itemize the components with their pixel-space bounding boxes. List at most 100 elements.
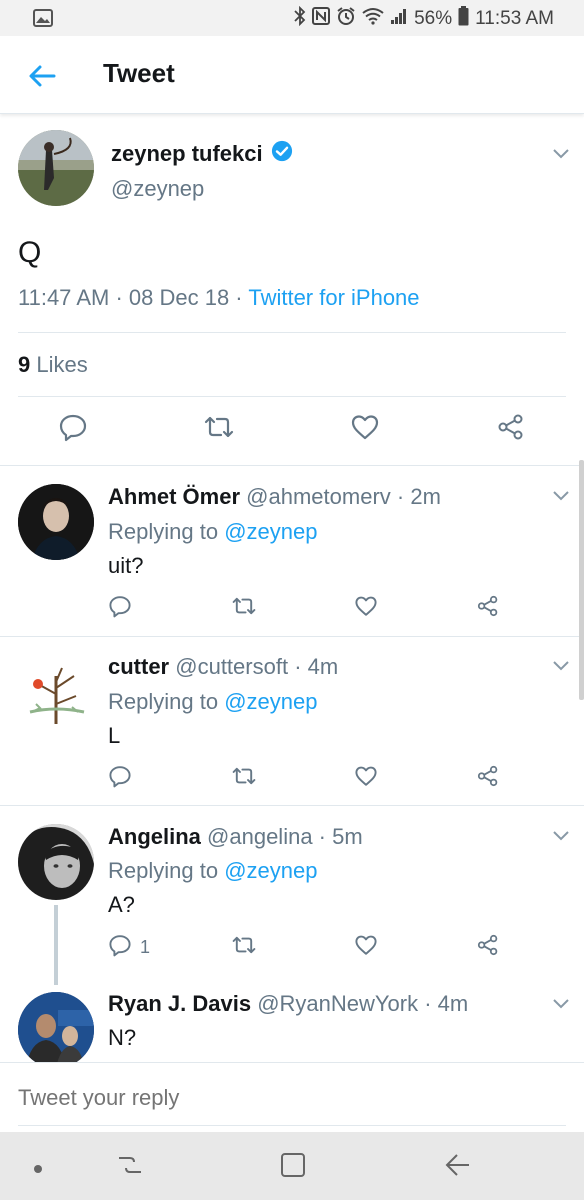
replying-to: Replying to @zeynep (108, 858, 317, 884)
likes-count: 9 (18, 352, 31, 377)
battery-icon (458, 6, 469, 32)
author-name-row[interactable]: zeynep tufekci (111, 140, 293, 168)
author-handle[interactable]: @zeynep (111, 176, 204, 202)
reply-age: · 4m (288, 654, 339, 679)
page-title: Tweet (103, 58, 175, 88)
avatar[interactable] (18, 992, 94, 1068)
reply-actions (0, 764, 584, 804)
reply-age: · 4m (418, 991, 469, 1016)
home-button-icon[interactable] (280, 1152, 306, 1183)
divider (0, 636, 584, 637)
chevron-down-icon[interactable] (552, 489, 570, 501)
app-header: Tweet (0, 36, 584, 114)
share-icon[interactable] (476, 933, 500, 957)
tweet-text: Q (18, 236, 42, 269)
reply-button[interactable]: 1 (108, 933, 150, 962)
reply-author-name[interactable]: cutter (108, 654, 169, 679)
tweet-date: 08 Dec 18 (128, 285, 230, 310)
tweet-source-link[interactable]: Twitter for iPhone (248, 285, 419, 310)
reply-input[interactable] (18, 1085, 558, 1111)
replying-label: Replying to (108, 519, 225, 544)
image-notification-icon (33, 9, 53, 32)
share-icon[interactable] (496, 412, 526, 442)
replying-label: Replying to (108, 689, 225, 714)
system-nav-bar (0, 1132, 584, 1200)
replying-to: Replying to @zeynep (108, 519, 317, 545)
chevron-down-icon[interactable] (552, 997, 570, 1009)
replying-to-link[interactable]: @zeynep (224, 519, 317, 544)
reply-composer (0, 1062, 584, 1132)
back-arrow-icon[interactable] (26, 60, 58, 92)
alarm-icon (336, 6, 356, 32)
reply-author-handle[interactable]: @RyanNewYork (257, 991, 418, 1016)
reply-header: cutter @cuttersoft · 4m (108, 654, 338, 680)
like-heart-icon[interactable] (354, 764, 378, 788)
reply-age: · 2m (390, 484, 441, 509)
input-underline (18, 1125, 566, 1126)
chevron-down-icon[interactable] (552, 829, 570, 841)
bluetooth-icon (294, 5, 306, 32)
share-icon[interactable] (476, 594, 500, 618)
tweet-meta: 11:47 AM · 08 Dec 18 · Twitter for iPhon… (18, 285, 420, 311)
avatar[interactable] (18, 824, 94, 900)
retweet-icon[interactable] (230, 933, 258, 957)
like-heart-icon[interactable] (354, 933, 378, 957)
nfc-icon (312, 7, 331, 31)
reply-count: 1 (140, 937, 151, 957)
verified-badge-icon (271, 140, 293, 168)
like-heart-icon[interactable] (350, 412, 380, 442)
reply-text: A? (108, 892, 135, 917)
author-name[interactable]: zeynep tufekci (111, 141, 263, 167)
divider (18, 332, 566, 333)
retweet-icon[interactable] (202, 412, 236, 442)
clock: 11:53 AM (475, 8, 554, 29)
retweet-icon[interactable] (230, 594, 258, 618)
reply-author-handle[interactable]: @cuttersoft (175, 654, 288, 679)
reply-text: uit? (108, 553, 144, 578)
replying-to-link[interactable]: @zeynep (224, 858, 317, 883)
reply-author-name[interactable]: Ahmet Ömer (108, 484, 240, 509)
nav-dot-icon[interactable] (33, 1161, 43, 1179)
replying-to-link[interactable]: @zeynep (224, 689, 317, 714)
reply-header: Angelina @angelina · 5m (108, 824, 363, 850)
share-icon[interactable] (476, 764, 500, 788)
wifi-icon (362, 7, 384, 31)
reply-actions: 1 (0, 933, 584, 973)
reply-author-handle[interactable]: @angelina (207, 824, 313, 849)
back-nav-icon[interactable] (443, 1152, 471, 1183)
replying-label: Replying to (108, 858, 225, 883)
reply-icon[interactable] (58, 412, 88, 442)
reply-age: · 5m (312, 824, 363, 849)
reply-author-name[interactable]: Angelina (108, 824, 201, 849)
chevron-down-icon[interactable] (552, 147, 570, 159)
status-bar: 56% 11:53 AM (0, 0, 584, 36)
reply-icon[interactable] (108, 594, 132, 618)
reply-header: Ahmet Ömer @ahmetomerv · 2m (108, 484, 441, 510)
avatar[interactable] (18, 484, 94, 560)
reply-text: N? (108, 1025, 137, 1050)
avatar[interactable] (18, 654, 94, 730)
tweet-actions (0, 412, 584, 452)
like-heart-icon[interactable] (354, 594, 378, 618)
reply-author-handle[interactable]: @ahmetomerv (246, 484, 391, 509)
likes-label: Likes (30, 352, 88, 377)
avatar[interactable] (18, 130, 94, 206)
reply-author-name[interactable]: Ryan J. Davis (108, 991, 251, 1016)
retweet-icon[interactable] (230, 764, 258, 788)
chevron-down-icon[interactable] (552, 659, 570, 671)
tweet-time: 11:47 AM (18, 285, 110, 310)
replying-to: Replying to @zeynep (108, 689, 317, 715)
battery-percent: 56% (414, 8, 453, 29)
divider (0, 805, 584, 806)
signal-icon (390, 7, 408, 31)
scrollbar[interactable] (579, 460, 584, 700)
reply-header: Ryan J. Davis @RyanNewYork · 4m (108, 991, 468, 1017)
recent-apps-icon[interactable] (116, 1152, 144, 1183)
divider (0, 465, 584, 466)
separator: · (109, 285, 129, 310)
reply-icon (108, 933, 132, 962)
reply-icon[interactable] (108, 764, 132, 788)
reply-text: L (108, 723, 121, 748)
divider (18, 396, 566, 397)
likes-stat[interactable]: 9 Likes (18, 352, 88, 378)
